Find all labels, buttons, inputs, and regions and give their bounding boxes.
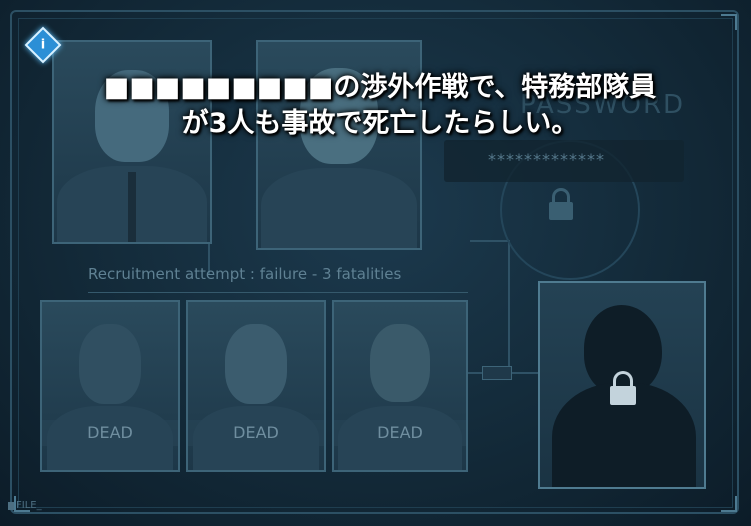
fatality-portrait: DEAD [186, 300, 326, 472]
unknown-target-card [538, 281, 706, 489]
info-diamond-icon: i [40, 37, 46, 53]
password-mask: ************* [488, 150, 605, 169]
lock-icon [610, 371, 636, 405]
dead-label: DEAD [188, 420, 324, 446]
frame-corner [721, 14, 737, 30]
dialogue-line: ■■■■■■■■■の渉外作戦で、特務部隊員 [103, 72, 657, 103]
dialogue-text[interactable]: ■■■■■■■■■の渉外作戦で、特務部隊員 が3人も事故で死亡したらしい。 [40, 70, 720, 142]
connector-line [508, 240, 510, 370]
file-marker-icon [8, 502, 14, 510]
recruitment-record-text: Recruitment attempt : failure - 3 fatali… [88, 265, 402, 283]
lock-icon [549, 188, 573, 220]
dead-label: DEAD [334, 420, 466, 446]
connector-line [470, 240, 510, 242]
dead-label: DEAD [42, 420, 178, 446]
fatality-portrait: DEAD [40, 300, 180, 472]
dialogue-line: が3人も事故で死亡したらしい。 [181, 108, 579, 139]
link-tag [482, 366, 512, 380]
file-label: FILE_ [16, 500, 42, 511]
fatality-portrait: DEAD [332, 300, 468, 472]
frame-corner [721, 496, 737, 512]
record-underline [88, 292, 468, 293]
game-screen: PASSWORD ************* Recruitment attem… [0, 0, 751, 526]
